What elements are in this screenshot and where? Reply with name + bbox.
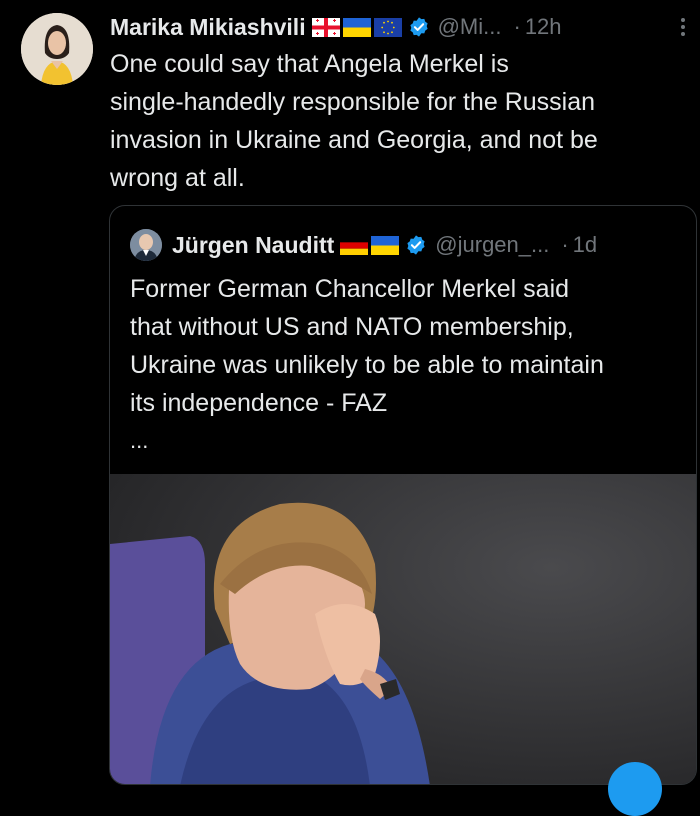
eu-flag-icon: [373, 17, 402, 37]
author-avatar[interactable]: [21, 13, 93, 85]
more-options-icon[interactable]: [678, 12, 688, 42]
quoted-post-timestamp[interactable]: 1d: [573, 232, 597, 258]
author-handle[interactable]: @Mi...: [438, 14, 502, 40]
quoted-post[interactable]: Jürgen Nauditt @jurgen_... · 1d Former G…: [109, 205, 697, 785]
author-avatar-image: [21, 13, 93, 85]
compose-button[interactable]: [608, 762, 662, 816]
quoted-post-header: Jürgen Nauditt @jurgen_... · 1d: [130, 228, 597, 262]
quoted-author-flags: [340, 235, 400, 255]
georgia-flag-icon: [311, 17, 340, 37]
quoted-post-ellipsis: ...: [130, 428, 149, 453]
verified-badge-icon[interactable]: [405, 234, 427, 256]
post-text: One could say that Angela Merkel is sing…: [110, 50, 598, 192]
quoted-author-handle[interactable]: @jurgen_...: [435, 232, 549, 258]
quoted-post-text: Former German Chancellor Merkel said tha…: [130, 275, 604, 417]
quoted-post-photo[interactable]: [110, 474, 696, 784]
ukraine-flag-icon: [342, 17, 371, 37]
verified-badge-icon[interactable]: [408, 16, 430, 38]
tweet[interactable]: Marika Mikiashvili @Mi... · 12h One coul…: [0, 0, 700, 816]
merkel-photo-image: [110, 474, 696, 784]
author-name[interactable]: Marika Mikiashvili: [110, 14, 306, 41]
quoted-author-avatar[interactable]: [130, 229, 162, 261]
separator-dot: ·: [561, 232, 569, 257]
post-header: Marika Mikiashvili @Mi... · 12h: [110, 10, 690, 44]
post-timestamp[interactable]: 12h: [525, 14, 562, 40]
separator-dot: ·: [513, 14, 521, 39]
ukraine-flag-icon: [371, 235, 400, 255]
quoted-author-avatar-image: [130, 229, 162, 261]
author-flags: [311, 17, 402, 37]
germany-flag-icon: [340, 235, 369, 255]
quoted-author-name[interactable]: Jürgen Nauditt: [172, 232, 334, 259]
